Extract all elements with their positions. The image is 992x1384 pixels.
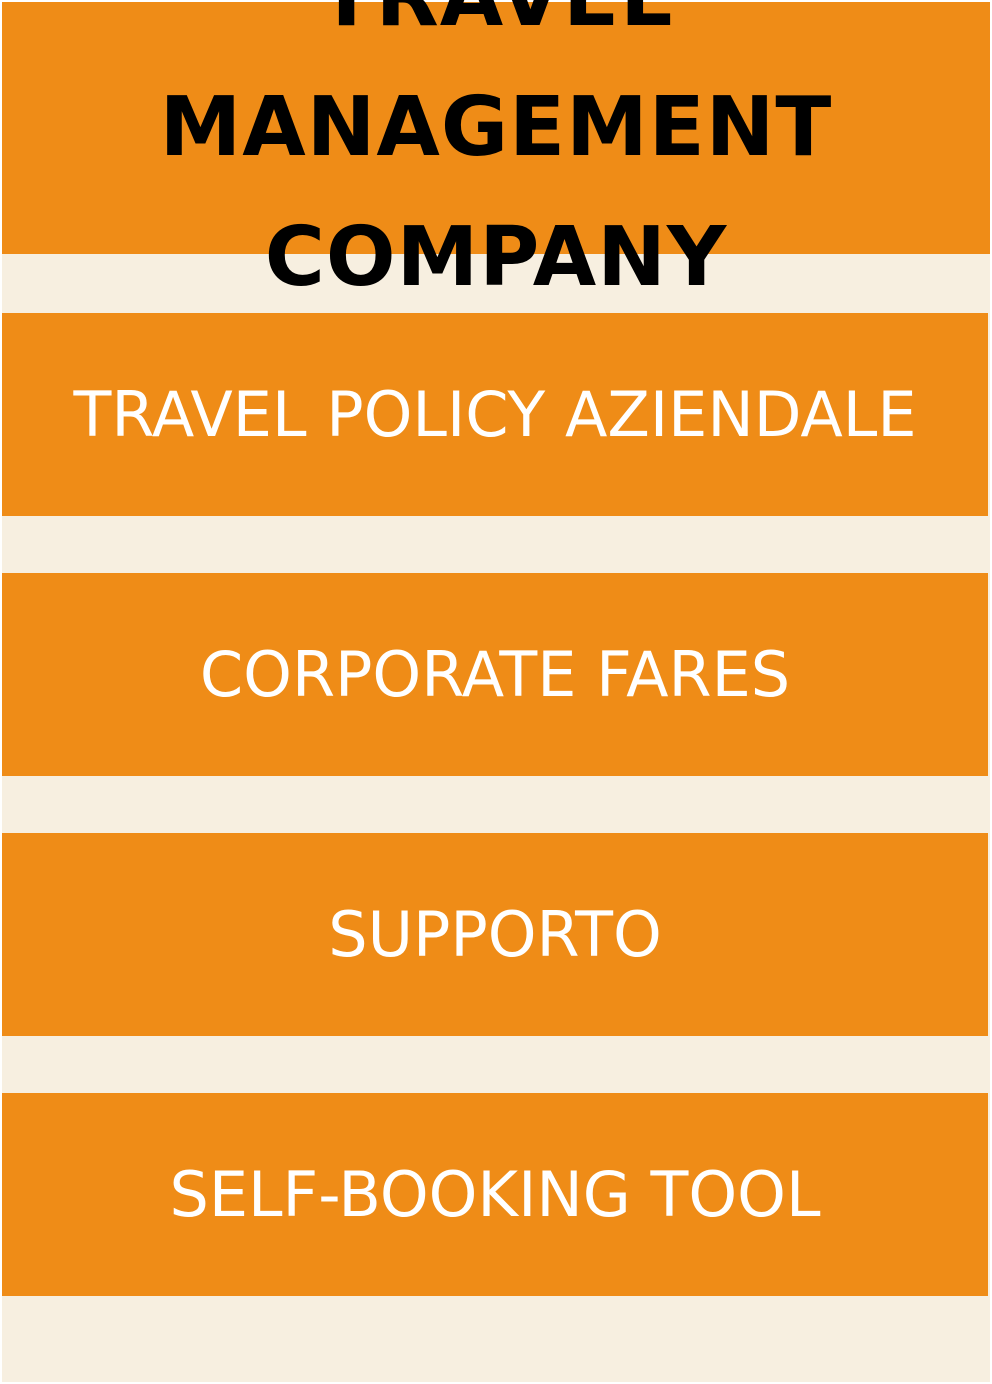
item-label: TRAVEL POLICY AZIENDALE <box>73 378 917 451</box>
item-box-travel-policy: TRAVEL POLICY AZIENDALE <box>2 313 988 516</box>
item-box-supporto: SUPPORTO <box>2 833 988 1036</box>
item-label: CORPORATE FARES <box>199 638 791 711</box>
item-box-corporate-fares: CORPORATE FARES <box>2 573 988 776</box>
item-label: SELF-BOOKING TOOL <box>169 1158 821 1231</box>
diagram-canvas: TRAVEL MANAGEMENT COMPANY TRAVEL POLICY … <box>2 0 990 1382</box>
item-box-self-booking-tool: SELF-BOOKING TOOL <box>2 1093 988 1296</box>
header-box: TRAVEL MANAGEMENT COMPANY <box>2 0 990 305</box>
header-title: TRAVEL MANAGEMENT COMPANY <box>159 0 833 305</box>
item-label: SUPPORTO <box>328 898 662 971</box>
